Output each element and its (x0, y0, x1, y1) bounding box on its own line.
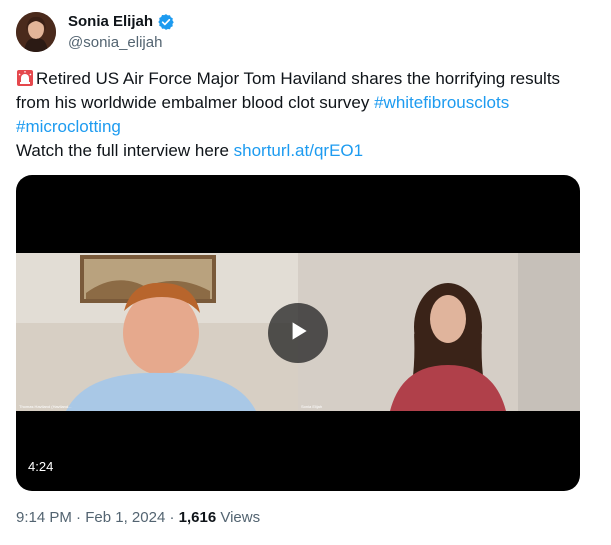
views-count: 1,616 (178, 509, 217, 526)
tweet-line-2-text: from his worldwide embalmer blood clot s… (16, 93, 375, 112)
author-handle[interactable]: @sonia_elijah (68, 33, 162, 53)
author-display-name[interactable]: Sonia Elijah (68, 12, 153, 32)
right-camera-label: Sonia Elijah (301, 404, 323, 409)
views-label: Views (220, 509, 261, 526)
interview-link[interactable]: shorturl.at/qrEO1 (234, 141, 363, 160)
video-right-participant: Sonia Elijah (298, 253, 580, 411)
tweet-meta: 9:14 PM · Feb 1, 2024 · 1,616 Views (16, 508, 260, 528)
play-icon (285, 318, 311, 349)
tweet-line-4-text: Watch the full interview here (16, 141, 234, 160)
hashtag-whitefibrousclots[interactable]: #whitefibrousclots (374, 93, 509, 112)
tweet-date[interactable]: Feb 1, 2024 (85, 509, 165, 526)
tweet-line-2: from his worldwide embalmer blood clot s… (16, 91, 596, 115)
meta-separator: · (76, 509, 82, 526)
video-duration: 4:24 (28, 459, 54, 474)
video-player[interactable]: Thomas Haviland (Haviland... Sonia Elija… (16, 175, 580, 491)
left-camera-label: Thomas Haviland (Haviland... (19, 404, 72, 409)
meta-separator: · (169, 509, 175, 526)
tweet: Sonia Elijah @sonia_elijah Retired US Ai… (0, 0, 611, 545)
tweet-line-1-text: Retired US Air Force Major Tom Haviland … (36, 69, 561, 88)
author-name-row: Sonia Elijah (68, 12, 175, 32)
tweet-line-1: Retired US Air Force Major Tom Haviland … (16, 67, 596, 91)
tweet-text: Retired US Air Force Major Tom Haviland … (16, 67, 596, 163)
tweet-time[interactable]: 9:14 PM (16, 509, 72, 526)
tweet-line-4: Watch the full interview here shorturl.a… (16, 139, 596, 163)
avatar[interactable] (16, 12, 56, 52)
siren-icon (16, 69, 34, 87)
hashtag-microclotting[interactable]: #microclotting (16, 117, 121, 136)
video-left-participant: Thomas Haviland (Haviland... (16, 253, 298, 411)
play-button[interactable] (268, 303, 328, 363)
tweet-line-3: #microclotting (16, 115, 596, 139)
verified-badge-icon (157, 13, 175, 31)
